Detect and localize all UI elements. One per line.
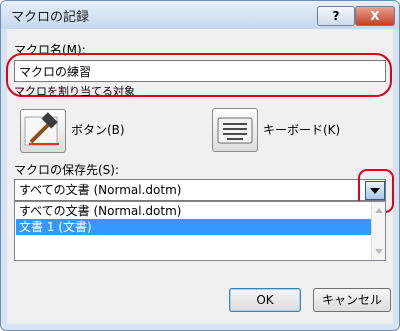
scroll-down-icon[interactable] (375, 249, 383, 254)
store-option-document1[interactable]: 文書 1 (文書) (16, 219, 371, 235)
scroll-up-icon[interactable] (375, 208, 383, 213)
store-selected-value: すべての文書 (Normal.dotm) (19, 183, 182, 197)
macro-record-dialog: マクロの記録 ? X マクロ名(M): マクロを割り当てる対象 ボタン(B) キ… (0, 0, 400, 331)
help-button[interactable]: ? (317, 6, 355, 26)
assign-label: マクロを割り当てる対象 (14, 85, 135, 98)
assign-button-button[interactable] (20, 109, 66, 153)
macro-name-label: マクロ名(M): (14, 43, 86, 57)
list-scrollbar[interactable] (371, 202, 385, 260)
close-button[interactable]: X (355, 6, 395, 26)
hammer-icon (24, 112, 59, 146)
store-label: マクロの保存先(S): (14, 163, 120, 177)
title-bar: マクロの記録 ? X (1, 1, 399, 29)
store-dropdown-button[interactable] (365, 181, 385, 200)
keyboard-icon (217, 117, 253, 144)
macro-name-input[interactable] (15, 62, 383, 81)
assign-keyboard-label: キーボード(K) (263, 123, 341, 137)
store-option-all-docs[interactable]: すべての文書 (Normal.dotm) (16, 203, 371, 219)
assign-keyboard-button[interactable] (212, 108, 258, 152)
store-combobox[interactable]: すべての文書 (Normal.dotm) (14, 179, 386, 201)
store-dropdown-list: すべての文書 (Normal.dotm) 文書 1 (文書) (14, 201, 386, 261)
assign-button-label: ボタン(B) (71, 123, 125, 137)
ok-button[interactable]: OK (229, 288, 301, 312)
cancel-button[interactable]: キャンセル (313, 288, 391, 312)
dialog-title: マクロの記録 (11, 10, 90, 25)
macro-name-field[interactable] (14, 60, 386, 82)
